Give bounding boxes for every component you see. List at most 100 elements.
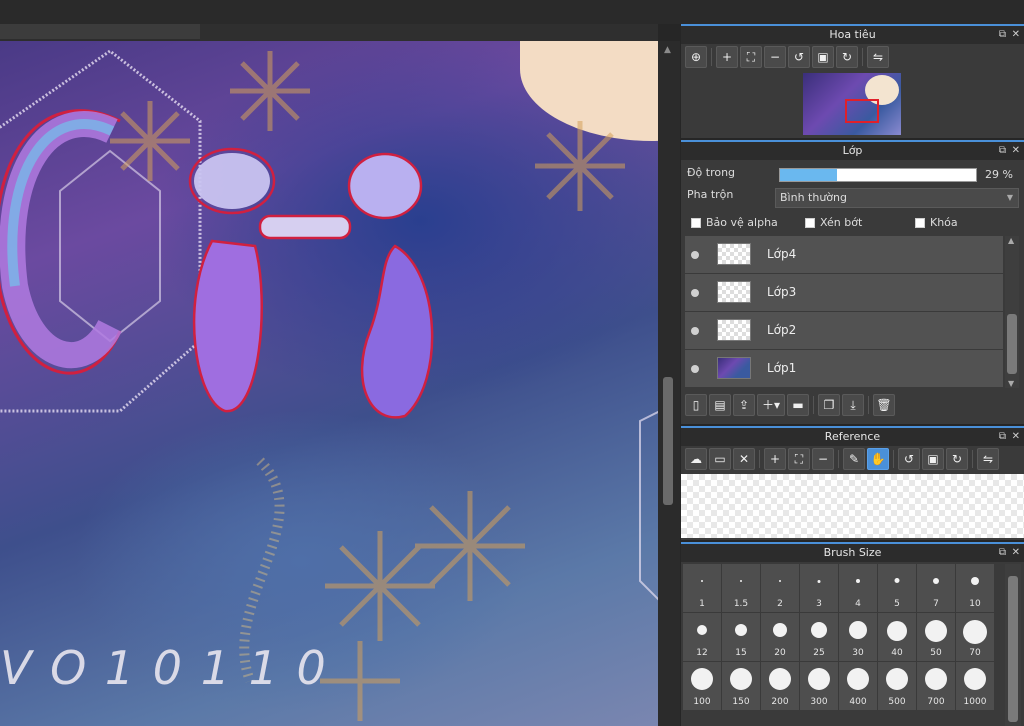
brush-size-option[interactable]: 50 xyxy=(917,613,955,661)
actual-size-icon[interactable]: ▣ xyxy=(812,46,834,68)
brush-dot-icon xyxy=(701,580,703,582)
new-layer-icon[interactable]: ▯ xyxy=(685,394,707,416)
rotate-left-icon[interactable]: ↺ xyxy=(788,46,810,68)
folder-icon[interactable]: ▬ xyxy=(787,394,809,416)
brush-size-option[interactable]: 7 xyxy=(917,564,955,612)
flip-icon[interactable]: ⇋ xyxy=(977,448,999,470)
brush-size-option[interactable]: 100 xyxy=(683,662,721,710)
layer-item[interactable]: Lớp3 xyxy=(685,274,1003,312)
brush-dot-icon xyxy=(886,668,908,690)
zoom-out-icon[interactable]: − xyxy=(812,448,834,470)
canvas-vertical-scrollbar[interactable]: ▲ xyxy=(658,41,680,726)
open-folder-icon[interactable]: ▭ xyxy=(709,448,731,470)
protect-alpha-checkbox[interactable]: Bảo vệ alpha xyxy=(691,216,778,229)
scrollbar-thumb[interactable] xyxy=(1008,576,1018,722)
zoom-fit-icon[interactable]: ⊕ xyxy=(685,46,707,68)
scroll-up-icon[interactable]: ▲ xyxy=(664,45,671,55)
visibility-icon[interactable] xyxy=(691,365,699,373)
layer-list-scrollbar[interactable]: ▲ ▼ xyxy=(1005,236,1019,388)
brush-size-option[interactable]: 25 xyxy=(800,613,838,661)
scroll-down-icon[interactable]: ▼ xyxy=(1008,379,1014,388)
checkbox-box[interactable] xyxy=(805,217,815,228)
zoom-in-icon[interactable]: + xyxy=(764,448,786,470)
navigator-view-rect[interactable] xyxy=(845,99,879,123)
layer-item[interactable]: Lớp2 xyxy=(685,312,1003,350)
reference-panel: Reference ⧉ ✕ ☁ ▭ ✕ + ⛶ − ✎ ✋ ↺ ▣ ↻ ⇋ xyxy=(681,426,1024,540)
brush-size-option[interactable]: 40 xyxy=(878,613,916,661)
brush-size-title: Brush Size xyxy=(823,546,882,559)
brush-size-option[interactable]: 1000 xyxy=(956,662,994,710)
visibility-icon[interactable] xyxy=(691,251,699,259)
brush-size-scrollbar[interactable] xyxy=(1005,564,1021,726)
document-tab[interactable] xyxy=(0,24,200,41)
clipping-checkbox[interactable]: Xén bớt xyxy=(805,216,862,229)
undock-icon[interactable]: ⧉ xyxy=(999,26,1006,44)
toolbar-divider xyxy=(759,450,760,468)
hand-icon[interactable]: ✋ xyxy=(867,448,889,470)
layer-item[interactable]: Lớp1 xyxy=(685,350,1003,388)
app-window: V O 1 0 1 1 0 ▲ Hoa tiêu ⧉ ✕ ⊕ + ⛶ − ↺ ▣… xyxy=(0,0,1024,726)
navigator-thumbnail[interactable] xyxy=(803,73,901,135)
merge-down-icon[interactable]: ⤓ xyxy=(842,394,864,416)
brush-size-option[interactable]: 150 xyxy=(722,662,760,710)
brush-size-option[interactable]: 3 xyxy=(800,564,838,612)
toolbar-divider xyxy=(972,450,973,468)
scroll-up-icon[interactable]: ▲ xyxy=(1008,236,1014,245)
visibility-icon[interactable] xyxy=(691,327,699,335)
close-icon[interactable]: ✕ xyxy=(1012,26,1020,44)
brush-size-option[interactable]: 30 xyxy=(839,613,877,661)
rotate-left-icon[interactable]: ↺ xyxy=(898,448,920,470)
brush-size-option[interactable]: 15 xyxy=(722,613,760,661)
brush-size-option[interactable]: 12 xyxy=(683,613,721,661)
checkbox-box[interactable] xyxy=(691,217,701,228)
duplicate-layer-icon[interactable]: ❐ xyxy=(818,394,840,416)
brush-size-option[interactable]: 2 xyxy=(761,564,799,612)
eyedropper-icon[interactable]: ✎ xyxy=(843,448,865,470)
brush-dot-icon xyxy=(925,668,947,690)
brush-size-option[interactable]: 20 xyxy=(761,613,799,661)
brush-size-option[interactable]: 300 xyxy=(800,662,838,710)
brush-size-option[interactable]: 700 xyxy=(917,662,955,710)
add-layer-menu-icon[interactable]: ＋▾ xyxy=(757,394,785,416)
scrollbar-thumb[interactable] xyxy=(1007,314,1017,374)
brush-size-option[interactable]: 10 xyxy=(956,564,994,612)
close-icon[interactable]: ✕ xyxy=(1012,428,1020,446)
brush-size-option[interactable]: 4 xyxy=(839,564,877,612)
brush-size-option[interactable]: 200 xyxy=(761,662,799,710)
trash-icon[interactable]: 🗑 xyxy=(873,394,895,416)
close-icon[interactable]: ✕ xyxy=(1012,142,1020,160)
brush-size-option[interactable]: 400 xyxy=(839,662,877,710)
drawing-canvas[interactable]: V O 1 0 1 1 0 xyxy=(0,41,658,726)
fit-screen-icon[interactable]: ⛶ xyxy=(788,448,810,470)
fit-screen-icon[interactable]: ⛶ xyxy=(740,46,762,68)
navigator-preview[interactable] xyxy=(681,70,1024,138)
lock-checkbox[interactable]: Khóa xyxy=(915,216,958,229)
scrollbar-thumb[interactable] xyxy=(663,377,673,505)
import-layer-icon[interactable]: ⇪ xyxy=(733,394,755,416)
brush-size-option[interactable]: 1.5 xyxy=(722,564,760,612)
actual-size-icon[interactable]: ▣ xyxy=(922,448,944,470)
zoom-out-icon[interactable]: − xyxy=(764,46,786,68)
undock-icon[interactable]: ⧉ xyxy=(999,142,1006,160)
blend-mode-select[interactable]: Bình thường ▼ xyxy=(775,188,1019,208)
zoom-in-icon[interactable]: + xyxy=(716,46,738,68)
visibility-icon[interactable] xyxy=(691,289,699,297)
flip-icon[interactable]: ⇋ xyxy=(867,46,889,68)
brush-size-option[interactable]: 70 xyxy=(956,613,994,661)
close-reference-icon[interactable]: ✕ xyxy=(733,448,755,470)
close-icon[interactable]: ✕ xyxy=(1012,544,1020,562)
brush-size-option[interactable]: 500 xyxy=(878,662,916,710)
rotate-right-icon[interactable]: ↻ xyxy=(946,448,968,470)
undock-icon[interactable]: ⧉ xyxy=(999,428,1006,446)
cloud-upload-icon[interactable]: ☁ xyxy=(685,448,707,470)
opacity-slider[interactable] xyxy=(779,168,977,182)
brush-size-option[interactable]: 1 xyxy=(683,564,721,612)
checkbox-box[interactable] xyxy=(915,217,925,228)
new-layer-from-file-icon[interactable]: ▤ xyxy=(709,394,731,416)
brush-dot-icon xyxy=(691,668,713,690)
brush-size-option[interactable]: 5 xyxy=(878,564,916,612)
reference-view[interactable] xyxy=(681,474,1024,538)
undock-icon[interactable]: ⧉ xyxy=(999,544,1006,562)
rotate-right-icon[interactable]: ↻ xyxy=(836,46,858,68)
layer-item[interactable]: Lớp4 xyxy=(685,236,1003,274)
